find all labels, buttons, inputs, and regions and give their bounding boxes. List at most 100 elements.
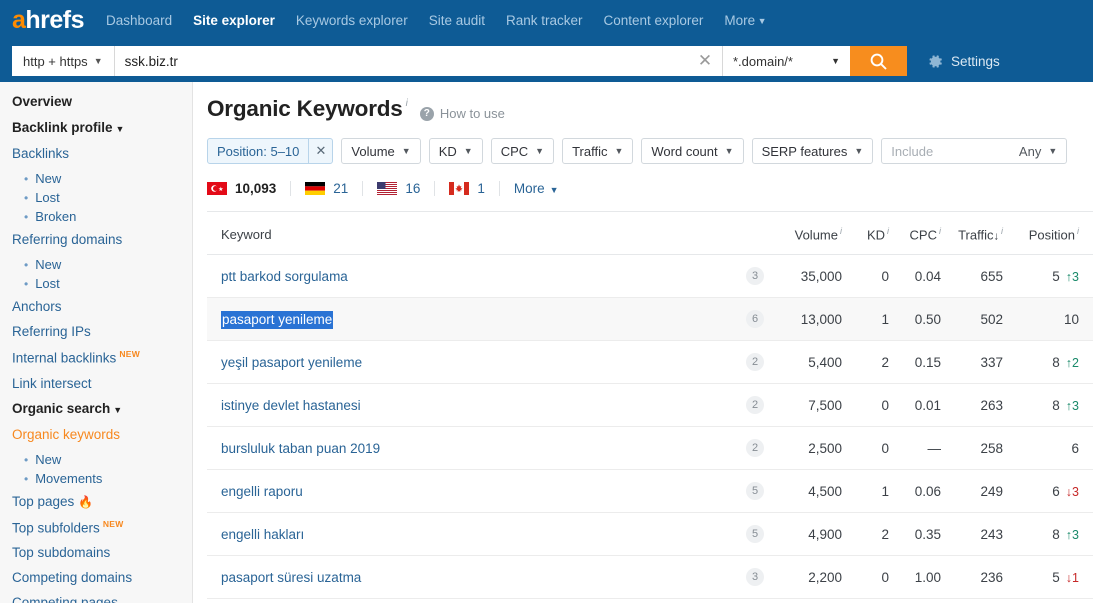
page-title: Organic Keywords [207,96,403,121]
filter-word-count[interactable]: Word count ▼ [641,138,744,164]
nav-link-site-audit[interactable]: Site audit [429,13,485,28]
nav-link-rank-tracker[interactable]: Rank tracker [506,13,583,28]
nav-link-content-explorer[interactable]: Content explorer [604,13,704,28]
nav-link-dashboard[interactable]: Dashboard [106,13,172,28]
serp-features-badge[interactable]: 2 [746,353,764,372]
table-row[interactable]: pasaport süresi uzatma 3 2,200 0 1.00 236 5 ↓1 [207,555,1093,600]
keyword-link[interactable]: pasaport süresi uzatma [221,570,361,585]
include-filter-input[interactable]: Include Any ▼ [881,138,1068,164]
info-icon[interactable]: i [1001,226,1003,236]
position-value: 8 [1052,526,1060,542]
table-row[interactable]: istinye devlet hastanesi 2 7,500 0 0.01 263 8 ↑… [207,383,1093,428]
sidebar-item-anchors[interactable]: Anchors [12,299,192,314]
info-icon[interactable]: i [939,226,941,236]
column-header-cpc[interactable]: CPC i [889,212,941,256]
sidebar-subitem-lost[interactable]: • Lost [24,276,192,291]
remove-filter-icon[interactable]: ✕ [308,139,332,163]
cell-volume: 4,900 [764,512,842,557]
country-filter-ca[interactable]: 1 [449,181,500,196]
column-header-traffic[interactable]: Traffic↓ i [941,212,1003,256]
keyword-link[interactable]: yeşil pasaport yenileme [221,355,362,370]
sidebar-item-competing-domains[interactable]: Competing domains [12,570,192,585]
keyword-link[interactable]: engelli hakları [221,527,304,542]
sidebar-subitem-movements[interactable]: • Movements [24,471,192,486]
search-submit-button[interactable] [850,46,907,76]
sidebar-item-top-pages[interactable]: Top pages 🔥 [12,494,192,509]
serp-features-badge[interactable]: 5 [746,525,764,544]
sidebar-groups: Backlink profile ▼ Backlinks • New • Lost • Brok… [12,120,192,603]
settings-button[interactable]: Settings [927,53,1000,70]
sidebar-item-backlinks[interactable]: Backlinks [12,146,192,161]
table-row[interactable]: pasaport yenileme 6 13,000 1 0.50 502 10 [207,297,1093,342]
serp-features-badge[interactable]: 6 [746,310,764,329]
sidebar-subitem-new[interactable]: • New [24,257,192,272]
nav-link-keywords-explorer[interactable]: Keywords explorer [296,13,408,28]
sidebar-subitem-broken[interactable]: • Broken [24,209,192,224]
serp-features-badge[interactable]: 2 [746,439,764,458]
keyword-link[interactable]: engelli raporu [221,484,303,499]
sidebar-group-backlink-profile[interactable]: Backlink profile ▼ [12,120,192,135]
question-mark-icon: ? [419,106,434,121]
protocol-select[interactable]: http + https ▼ [12,46,115,76]
filter-volume[interactable]: Volume ▼ [341,138,421,164]
column-header-keyword[interactable]: Keyword [207,212,712,256]
info-icon[interactable]: i [1077,226,1079,236]
filter-cpc[interactable]: CPC ▼ [490,138,555,164]
country-filter-us[interactable]: 16 [377,181,436,196]
keyword-link[interactable]: istinye devlet hastanesi [221,398,361,413]
serp-features-badge[interactable]: 2 [746,396,764,415]
clear-icon[interactable]: ✕ [688,46,722,76]
sidebar-group-organic-search[interactable]: Organic search ▼ [12,401,192,416]
sidebar-item-organic-keywords[interactable]: Organic keywords [12,427,192,442]
keyword-link[interactable]: bursluluk taban puan 2019 [221,441,380,456]
sidebar-item-referring-domains[interactable]: Referring domains [12,232,192,247]
filter-chip-position-active[interactable]: Position: 5–10 ✕ [207,138,334,164]
serp-features-badge[interactable]: 5 [746,482,764,501]
sidebar-subitem-label: New [35,171,62,186]
sidebar-subitem-new[interactable]: • New [24,452,192,467]
column-header-volume[interactable]: Volume i [764,212,842,256]
scope-mode-select[interactable]: *.domain/* ▼ [722,46,850,76]
filter-kd[interactable]: KD ▼ [428,138,483,164]
column-header-label: CPC [909,227,937,243]
how-to-use-link[interactable]: ? How to use [419,106,505,121]
table-row[interactable]: engelli raporu 5 4,500 1 0.06 249 6 ↓3 [207,469,1093,514]
table-row[interactable]: engelli hakları 5 4,900 2 0.35 243 8 ↑3 [207,512,1093,557]
sidebar-item-internal-backlinks[interactable]: Internal backlinks NEW [12,349,192,366]
column-header-serp[interactable] [712,212,764,256]
sidebar-item-top-subfolders[interactable]: Top subfolders NEW [12,519,192,536]
sidebar-item-top-subdomains[interactable]: Top subdomains [12,545,192,560]
info-icon[interactable]: i [406,98,408,109]
nav-link-more[interactable]: More ▼ [724,13,766,28]
table-row[interactable]: emeklilik tablosu29,70020.0222610↓1 [207,598,1093,603]
cell-kd: 2 [842,598,889,603]
search-input[interactable] [114,46,688,76]
serp-features-badge[interactable]: 3 [746,568,764,587]
filter-serp-features[interactable]: SERP features ▼ [751,138,874,164]
info-icon[interactable]: i [840,226,842,236]
table-row[interactable]: bursluluk taban puan 2019 2 2,500 0—258 6 [207,426,1093,471]
column-header-position[interactable]: Position i [1003,212,1093,256]
info-icon[interactable]: i [887,226,889,236]
table-row[interactable]: ptt barkod sorgulama 3 35,000 0 0.04 655 5 ↑3 [207,254,1093,299]
sidebar-subitem-new[interactable]: • New [24,171,192,186]
ahrefs-logo[interactable]: ahrefs [12,7,85,33]
include-mode-select[interactable]: Any ▼ [1019,144,1057,159]
serp-features-badge[interactable]: 3 [746,267,764,286]
table-row[interactable]: yeşil pasaport yenileme 2 5,400 2 0.15 337 8 ↑2 [207,340,1093,385]
sidebar-item-referring-ips[interactable]: Referring IPs [12,324,192,339]
keyword-link[interactable]: pasaport yenileme [221,310,334,329]
keyword-link[interactable]: ptt barkod sorgulama [221,269,348,284]
column-header-kd[interactable]: KD i [842,212,889,256]
sidebar-item-link-intersect[interactable]: Link intersect [12,376,192,391]
country-filter-de[interactable]: 21 [305,181,364,196]
cell-serp-features: 2 [712,598,764,603]
filter-traffic[interactable]: Traffic ▼ [562,138,634,164]
sidebar-item-overview[interactable]: Overview [12,94,192,109]
more-countries-button[interactable]: More ▼ [514,181,559,196]
sidebar-subitem-lost[interactable]: • Lost [24,190,192,205]
sort-descending-icon: ↓ [993,230,1000,243]
country-filter-tr[interactable]: ★ 10,093 [207,181,292,196]
sidebar-item-competing-pages[interactable]: Competing pages [12,595,192,603]
nav-link-site-explorer[interactable]: Site explorer [193,13,275,28]
